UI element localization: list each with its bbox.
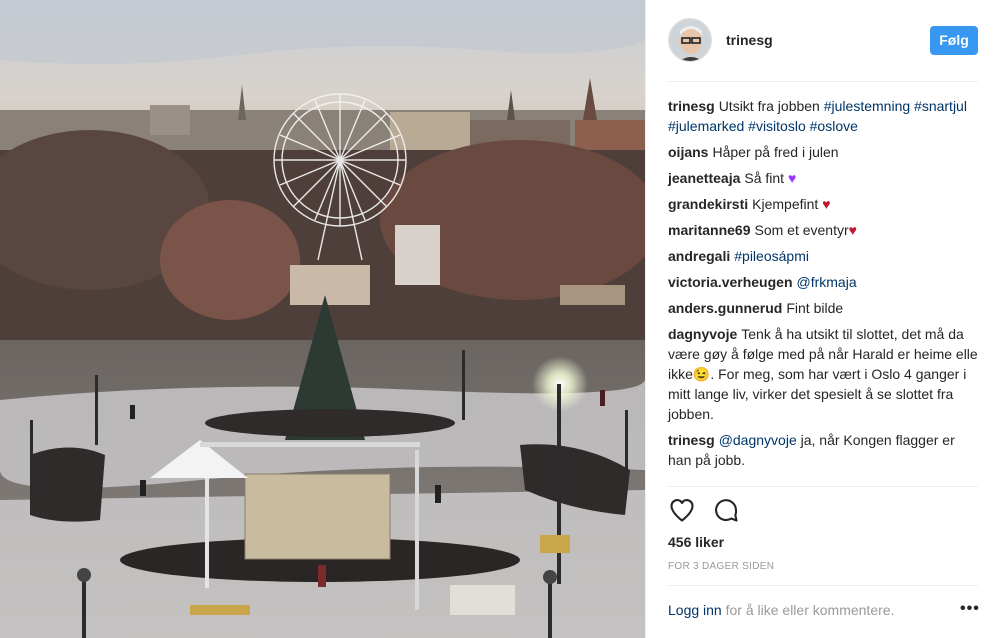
- comment-text: Håper på fred i julen: [712, 144, 839, 160]
- comment-item: grandekirsti Kjempefint ♥: [668, 194, 978, 214]
- christmas-market-park-image: [0, 0, 645, 638]
- post-photo[interactable]: [0, 0, 645, 638]
- hashtag-link[interactable]: #oslove: [810, 118, 858, 134]
- comment-item: andregali #pileosápmi: [668, 246, 978, 266]
- speech-bubble-icon[interactable]: [712, 496, 742, 526]
- hashtag-link[interactable]: #visitoslo: [748, 118, 806, 134]
- post-side-panel: trinesg Følg trinesg Utsikt fra jobben #j…: [645, 0, 1000, 638]
- comment-username[interactable]: trinesg: [668, 432, 715, 448]
- hashtag-link[interactable]: #julestemning: [824, 98, 910, 114]
- comment-text: Som et eventyr: [754, 222, 849, 238]
- action-bar: [668, 496, 752, 526]
- comment-username[interactable]: victoria.verheugen: [668, 274, 793, 290]
- follow-button[interactable]: Følg: [930, 26, 978, 55]
- heart-outline-icon[interactable]: [668, 496, 698, 526]
- comment-username[interactable]: maritanne69: [668, 222, 750, 238]
- comment-username[interactable]: oijans: [668, 144, 708, 160]
- comment-item: oijans Håper på fred i julen: [668, 142, 978, 162]
- comment-item: trinesg Utsikt fra jobben #julestemning #…: [668, 96, 978, 136]
- hashtag-link[interactable]: #snartjul: [914, 98, 967, 114]
- comment-text: Fint bilde: [786, 300, 844, 316]
- comment-text: Kjempefint: [752, 196, 823, 212]
- more-dots-icon[interactable]: •••: [960, 600, 980, 618]
- hashtag-link[interactable]: #julemarked: [668, 118, 744, 134]
- login-prompt: Logg inn for å like eller kommentere.: [668, 602, 894, 618]
- comment-username[interactable]: grandekirsti: [668, 196, 748, 212]
- comment-item: dagnyvoje Tenk å ha utsikt til slottet, d…: [668, 324, 978, 424]
- like-count[interactable]: 456 liker: [668, 534, 724, 550]
- heart-emoji-icon: ♥: [848, 222, 857, 238]
- comment-item: jeanetteaja Så fint ♥: [668, 168, 978, 188]
- divider: [668, 486, 978, 487]
- comment-username[interactable]: andregali: [668, 248, 730, 264]
- comment-item: trinesg @dagnyvoje ja, når Kongen flagger…: [668, 430, 978, 470]
- comment-item: maritanne69 Som et eventyr♥: [668, 220, 978, 240]
- post-timestamp[interactable]: FOR 3 DAGER SIDEN: [668, 561, 774, 572]
- comment-text: Utsikt fra jobben: [718, 98, 824, 114]
- mention-link[interactable]: @dagnyvoje: [719, 432, 797, 448]
- comment-list: trinesg Utsikt fra jobben #julestemning #…: [668, 96, 978, 476]
- hashtag-link[interactable]: #pileosápmi: [734, 248, 809, 264]
- mention-link[interactable]: @frkmaja: [797, 274, 857, 290]
- avatar[interactable]: [668, 18, 712, 62]
- heart-emoji-icon: ♥: [822, 196, 831, 212]
- comment-username[interactable]: dagnyvoje: [668, 326, 737, 342]
- post-username[interactable]: trinesg: [726, 32, 773, 48]
- comment-text: Så fint: [744, 170, 788, 186]
- divider: [668, 585, 978, 586]
- divider: [668, 81, 978, 82]
- heart-emoji-icon: ♥: [787, 170, 797, 186]
- post-header: trinesg Følg: [646, 0, 1000, 82]
- login-link[interactable]: Logg inn: [668, 602, 722, 618]
- profile-photo-icon: [669, 19, 711, 61]
- comment-item: victoria.verheugen @frkmaja: [668, 272, 978, 292]
- comment-username[interactable]: trinesg: [668, 98, 715, 114]
- comment-item: anders.gunnerud Fint bilde: [668, 298, 978, 318]
- login-prompt-text: for å like eller kommentere.: [721, 602, 895, 618]
- comment-username[interactable]: anders.gunnerud: [668, 300, 782, 316]
- comment-username[interactable]: jeanetteaja: [668, 170, 740, 186]
